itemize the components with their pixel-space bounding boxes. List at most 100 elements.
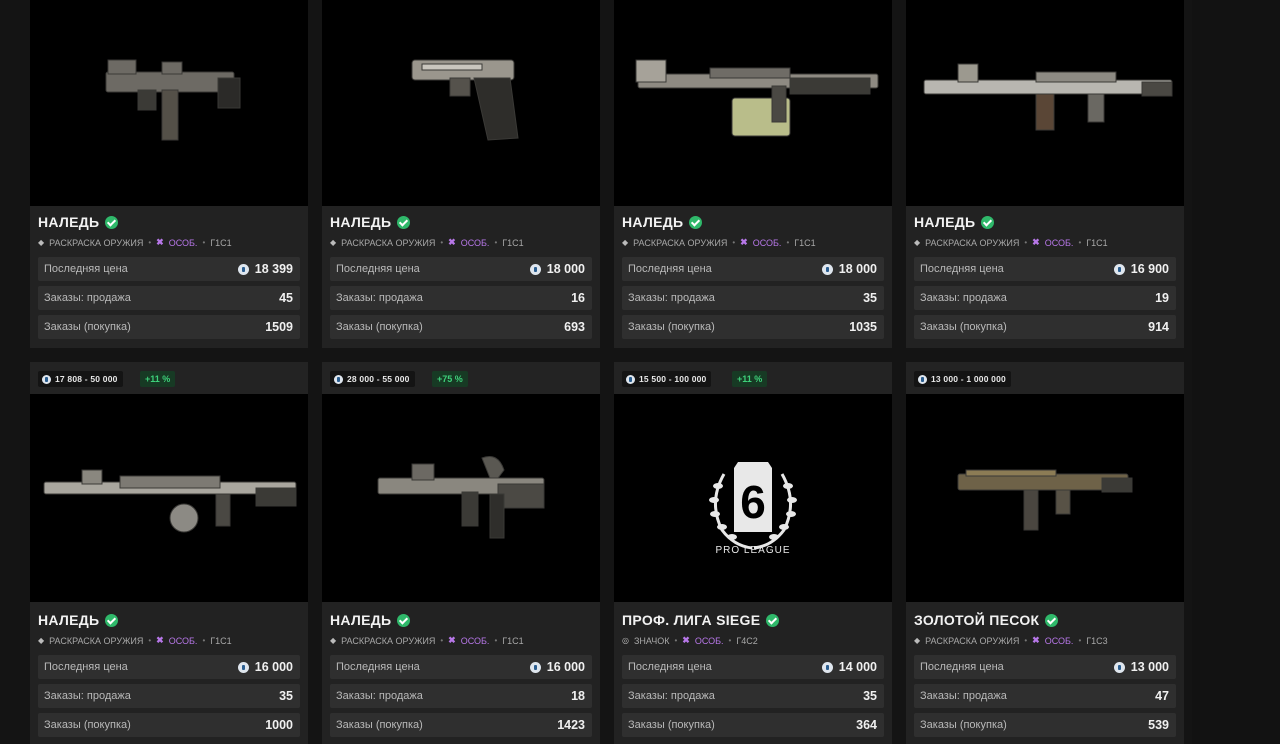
last-price-label: Последняя цена (44, 661, 128, 673)
orders-sell-label: Заказы: продажа (336, 690, 423, 702)
check-circle-icon (105, 613, 119, 627)
orders-buy-value: 539 (1148, 718, 1169, 732)
item-image (322, 394, 600, 602)
orders-buy-value: 1000 (265, 718, 293, 732)
item-card[interactable]: 13 000 - 1 000 000 ЗОЛОТОЙ ПЕСОК ◆ РАСКР… (906, 362, 1184, 744)
last-price-value: 16 000 (254, 660, 293, 674)
item-title-text: ЗОЛОТОЙ ПЕСОК (914, 612, 1040, 628)
rarity-x-icon: ✖ (448, 237, 456, 247)
separator-dot: • (1078, 636, 1082, 645)
last-price-label: Последняя цена (44, 263, 128, 275)
item-meta: ◆ РАСКРАСКА ОРУЖИЯ • ✖ ОСОБ. • Г1С1 (38, 635, 232, 646)
separator-dot: • (732, 238, 736, 247)
item-rarity: ОСОБ. (168, 237, 198, 248)
item-card[interactable]: 15 500 - 100 000 +11 % 6 PRO LEAGUE ПРОФ… (614, 362, 892, 744)
last-price-row: Последняя цена 13 000 (914, 655, 1176, 679)
check-circle-icon (397, 215, 411, 229)
item-type: ЗНАЧОК (633, 635, 670, 646)
item-type: РАСКРАСКА ОРУЖИЯ (49, 635, 144, 646)
r6-credit-coin-icon (237, 263, 249, 275)
item-rarity: ОСОБ. (752, 237, 782, 248)
r6-credit-coin-icon (821, 263, 833, 275)
orders-buy-row: Заказы (покупка) 1509 (38, 315, 300, 339)
orders-sell-label: Заказы: продажа (336, 292, 423, 304)
item-card[interactable]: 28 000 - 55 000 +75 % НАЛЕДЬ ◆ РАСКРАСКА… (322, 362, 600, 744)
last-price-row: Последняя цена 16 000 (38, 655, 300, 679)
orders-buy-row: Заказы (покупка) 693 (330, 315, 592, 339)
item-card[interactable]: НАЛЕДЬ ◆ РАСКРАСКА ОРУЖИЯ • ✖ ОСОБ. • Г1… (322, 0, 600, 348)
item-image (906, 0, 1184, 206)
orders-buy-value: 1423 (557, 718, 585, 732)
price-range-text: 13 000 - 1 000 000 (931, 374, 1006, 384)
last-price-value: 16 900 (1130, 262, 1169, 276)
orders-buy-label: Заказы (покупка) (920, 719, 1007, 731)
item-title-text: ПРОФ. ЛИГА SIEGE (622, 612, 761, 628)
pro-league-logo-icon: 6 PRO LEAGUE (709, 462, 797, 556)
separator-dot: • (440, 238, 444, 247)
price-range-text: 17 808 - 50 000 (55, 374, 118, 384)
orders-sell-label: Заказы: продажа (44, 690, 131, 702)
rarity-x-icon: ✖ (156, 237, 164, 247)
item-card[interactable]: НАЛЕДЬ ◆ РАСКРАСКА ОРУЖИЯ • ✖ ОСОБ. • Г1… (906, 0, 1184, 348)
item-card[interactable]: 17 808 - 50 000 +11 % НАЛЕДЬ ◆ РАСКРАСКА… (30, 362, 308, 744)
last-price-value: 18 399 (254, 262, 293, 276)
tag-icon: ◆ (622, 238, 629, 247)
separator-dot: • (494, 238, 498, 247)
item-type: РАСКРАСКА ОРУЖИЯ (49, 237, 144, 248)
last-price-row: Последняя цена 18 399 (38, 257, 300, 281)
separator-dot: • (1024, 238, 1028, 247)
r6-credit-coin-icon (1113, 263, 1125, 275)
item-title: ЗОЛОТОЙ ПЕСОК (914, 612, 1059, 628)
last-price-row: Последняя цена 14 000 (622, 655, 884, 679)
tag-icon: ◆ (330, 636, 337, 645)
item-type: РАСКРАСКА ОРУЖИЯ (925, 635, 1020, 646)
orders-buy-value: 364 (856, 718, 877, 732)
item-title-text: НАЛЕДЬ (38, 214, 100, 230)
orders-sell-row: Заказы: продажа 45 (38, 286, 300, 310)
tag-icon: ◆ (330, 238, 337, 247)
last-price-value: 14 000 (838, 660, 877, 674)
item-card[interactable]: НАЛЕДЬ ◆ РАСКРАСКА ОРУЖИЯ • ✖ ОСОБ. • Г1… (614, 0, 892, 348)
orders-sell-value: 35 (863, 689, 877, 703)
last-price-row: Последняя цена 18 000 (330, 257, 592, 281)
r6-credit-coin-icon (237, 661, 249, 673)
item-image: 6 PRO LEAGUE (614, 394, 892, 602)
check-circle-icon (105, 215, 119, 229)
orders-sell-row: Заказы: продажа 18 (330, 684, 592, 708)
rarity-x-icon: ✖ (448, 635, 456, 645)
last-price-row: Последняя цена 16 000 (330, 655, 592, 679)
item-rarity: ОСОБ. (1044, 635, 1074, 646)
orders-sell-value: 19 (1155, 291, 1169, 305)
item-code: Г1С3 (1086, 635, 1108, 646)
item-meta: ◆ РАСКРАСКА ОРУЖИЯ • ✖ ОСОБ. • Г1С1 (330, 237, 524, 248)
orders-buy-row: Заказы (покупка) 539 (914, 713, 1176, 737)
orders-buy-label: Заказы (покупка) (628, 719, 715, 731)
orders-sell-label: Заказы: продажа (628, 292, 715, 304)
item-rarity: ОСОБ. (168, 635, 198, 646)
item-card[interactable]: НАЛЕДЬ ◆ РАСКРАСКА ОРУЖИЯ • ✖ ОСОБ. • Г1… (30, 0, 308, 348)
orders-sell-value: 45 (279, 291, 293, 305)
item-code: Г1С1 (1086, 237, 1108, 248)
item-meta: ◆ РАСКРАСКА ОРУЖИЯ • ✖ ОСОБ. • Г1С3 (914, 635, 1108, 646)
item-title-text: НАЛЕДЬ (38, 612, 100, 628)
r6-credit-coin-icon (529, 661, 541, 673)
orders-sell-label: Заказы: продажа (920, 292, 1007, 304)
last-price-label: Последняя цена (336, 263, 420, 275)
item-title: НАЛЕДЬ (330, 612, 411, 628)
orders-buy-label: Заказы (покупка) (336, 321, 423, 333)
r6-credit-coin-icon (334, 374, 343, 384)
price-range-text: 28 000 - 55 000 (347, 374, 410, 384)
rarity-x-icon: ✖ (156, 635, 164, 645)
item-type: РАСКРАСКА ОРУЖИЯ (341, 635, 436, 646)
item-image (30, 394, 308, 602)
orders-sell-value: 35 (863, 291, 877, 305)
orders-buy-row: Заказы (покупка) 1423 (330, 713, 592, 737)
orders-sell-row: Заказы: продажа 35 (622, 684, 884, 708)
item-image (906, 394, 1184, 602)
orders-sell-value: 35 (279, 689, 293, 703)
orders-buy-value: 1509 (265, 320, 293, 334)
orders-buy-row: Заказы (покупка) 1000 (38, 713, 300, 737)
r6-credit-coin-icon (626, 374, 635, 384)
orders-buy-row: Заказы (покупка) 364 (622, 713, 884, 737)
separator-dot: • (728, 636, 732, 645)
